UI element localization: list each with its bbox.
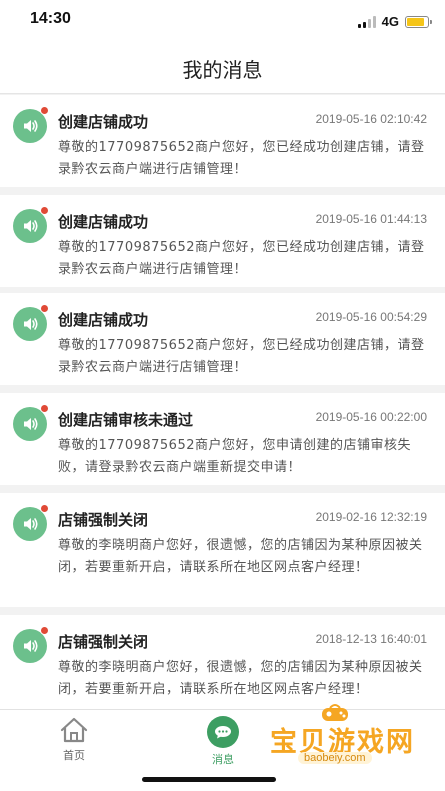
message-time: 2019-05-16 00:54:29	[315, 310, 427, 324]
unread-dot	[40, 106, 49, 115]
message-title: 店铺强制关闭	[58, 633, 149, 651]
message-title: 创建店铺成功	[58, 311, 149, 329]
message-time: 2019-05-16 01:44:13	[315, 212, 427, 226]
tab-home-label: 首页	[63, 749, 85, 762]
unread-dot	[40, 304, 49, 313]
tab-home[interactable]: 首页	[44, 716, 104, 763]
battery-icon	[405, 15, 432, 28]
message-card[interactable]: 创建店铺成功 2019-05-16 02:10:42 尊敬的17709875652商…	[0, 95, 445, 187]
signal-icon	[357, 15, 376, 28]
chat-icon	[207, 716, 239, 748]
message-card[interactable]: 店铺强制关闭 2019-02-16 12:32:19 尊敬的李晓明商户您好，很遗憾，…	[0, 493, 445, 607]
status-bar: 14:30 4G	[0, 0, 445, 44]
page-title: 我的消息	[182, 58, 263, 82]
message-title: 创建店铺成功	[58, 213, 149, 231]
message-time: 2019-05-16 02:10:42	[315, 112, 427, 126]
message-card[interactable]: 店铺强制关闭 2018-12-13 16:40:01 尊敬的李晓明商户您好，很遗憾，…	[0, 615, 445, 709]
message-body: 尊敬的17709875652商户您好，您已经成功创建店铺，请登录黔农云商户端进行…	[58, 240, 425, 277]
status-indicators: 4G	[357, 14, 432, 29]
tab-messages-label: 消息	[212, 753, 234, 766]
message-body: 尊敬的李晓明商户您好，很遗憾，您的店铺因为某种原因被关闭，若要重新开启，请联系所…	[58, 660, 423, 697]
network-label: 4G	[381, 14, 399, 29]
message-card[interactable]: 创建店铺成功 2019-05-16 01:44:13 尊敬的17709875652商…	[0, 195, 445, 287]
home-icon	[60, 717, 88, 743]
home-indicator	[142, 777, 276, 782]
message-title: 创建店铺审核未通过	[58, 411, 194, 429]
message-title: 店铺强制关闭	[58, 511, 149, 529]
message-card[interactable]: 创建店铺成功 2019-05-16 00:54:29 尊敬的17709875652商…	[0, 293, 445, 385]
message-time: 2019-05-16 00:22:00	[315, 410, 427, 424]
message-time: 2018-12-13 16:40:01	[315, 632, 427, 646]
unread-dot	[40, 404, 49, 413]
battery-level	[407, 17, 424, 26]
status-time: 14:30	[30, 10, 71, 27]
watermark-url: baobeiy.com	[298, 752, 372, 764]
message-title: 创建店铺成功	[58, 113, 149, 131]
unread-dot	[40, 206, 49, 215]
message-card[interactable]: 创建店铺审核未通过 2019-05-16 00:22:00 尊敬的177098756…	[0, 393, 445, 485]
message-time: 2019-02-16 12:32:19	[315, 510, 427, 524]
message-body: 尊敬的17709875652商户您好，您申请创建的店铺审核失败，请登录黔农云商户…	[58, 438, 411, 475]
tab-messages[interactable]: 消息	[193, 716, 253, 767]
unread-dot	[40, 504, 49, 513]
message-body: 尊敬的17709875652商户您好，您已经成功创建店铺，请登录黔农云商户端进行…	[58, 140, 425, 177]
nav-bar: 我的消息	[0, 44, 445, 94]
unread-dot	[40, 626, 49, 635]
watermark: 宝贝游戏网 baobeiy.com	[268, 700, 428, 780]
message-body: 尊敬的李晓明商户您好，很遗憾，您的店铺因为某种原因被关闭，若要重新开启，请联系所…	[58, 538, 423, 575]
message-body: 尊敬的17709875652商户您好，您已经成功创建店铺，请登录黔农云商户端进行…	[58, 338, 425, 375]
